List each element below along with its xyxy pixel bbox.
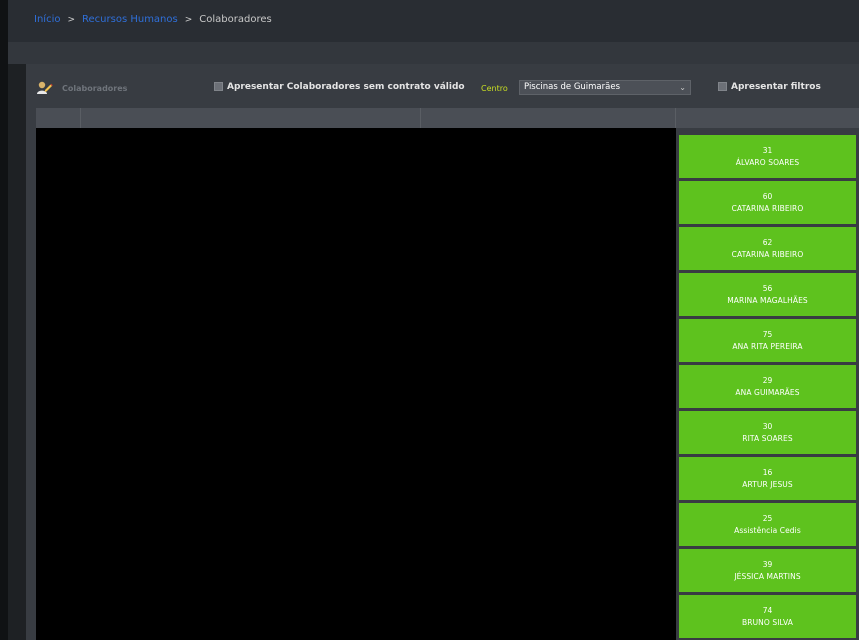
- collaborators-panel: Colaboradores Apresentar Colaboradores s…: [26, 64, 859, 640]
- grid-header-column[interactable]: [81, 108, 421, 128]
- employee-card[interactable]: 31 ÁLVARO SOARES: [679, 135, 856, 178]
- employee-card[interactable]: 29 ANA GUIMARÃES: [679, 365, 856, 408]
- show-without-contract-label: Apresentar Colaboradores sem contrato vá…: [227, 82, 465, 92]
- employee-name: RITA SOARES: [742, 434, 793, 443]
- show-filters-label: Apresentar filtros: [731, 82, 821, 92]
- left-edge-strip: [0, 0, 8, 640]
- employee-card[interactable]: 56 MARINA MAGALHÃES: [679, 273, 856, 316]
- employee-name: CATARINA RIBEIRO: [731, 204, 804, 213]
- breadcrumb-home-link[interactable]: Início: [34, 14, 60, 25]
- employee-card[interactable]: 30 RITA SOARES: [679, 411, 856, 454]
- employee-card[interactable]: 60 CATARINA RIBEIRO: [679, 181, 856, 224]
- employee-name: ANA RITA PEREIRA: [732, 342, 803, 351]
- employee-number: 25: [762, 514, 773, 523]
- employee-number: 30: [762, 422, 773, 431]
- centro-select[interactable]: Piscinas de Guimarães ⌄: [519, 80, 691, 95]
- employee-number: 60: [762, 192, 773, 201]
- chevron-down-icon: ⌄: [679, 83, 686, 92]
- employee-number: 29: [762, 376, 773, 385]
- show-without-contract-option[interactable]: Apresentar Colaboradores sem contrato vá…: [214, 82, 465, 92]
- panel-toolbar: Colaboradores Apresentar Colaboradores s…: [26, 64, 859, 110]
- centro-label: Centro: [481, 84, 508, 93]
- employee-name: Assistência Cedis: [734, 526, 801, 535]
- main-content-area: [36, 128, 676, 640]
- employee-name: ANA GUIMARÃES: [735, 388, 800, 397]
- breadcrumb-separator: >: [184, 14, 193, 25]
- grid-header-column[interactable]: [36, 108, 81, 128]
- employee-number: 74: [762, 606, 773, 615]
- employee-card[interactable]: 74 BRUNO SILVA: [679, 595, 856, 638]
- employee-card[interactable]: 62 CATARINA RIBEIRO: [679, 227, 856, 270]
- employee-name: BRUNO SILVA: [742, 618, 793, 627]
- show-filters-checkbox[interactable]: [718, 82, 727, 91]
- employee-number: 56: [762, 284, 773, 293]
- employee-number: 31: [762, 146, 773, 155]
- employee-name: MARINA MAGALHÃES: [727, 296, 808, 305]
- breadcrumb-section-link[interactable]: Recursos Humanos: [82, 14, 178, 25]
- breadcrumb-current: Colaboradores: [199, 14, 272, 25]
- breadcrumb-separator: >: [67, 14, 76, 25]
- show-without-contract-checkbox[interactable]: [214, 82, 223, 91]
- breadcrumb: Início > Recursos Humanos > Colaboradore…: [34, 14, 272, 25]
- show-filters-option[interactable]: Apresentar filtros: [718, 82, 821, 92]
- user-edit-icon: [36, 79, 53, 96]
- employee-list: 31 ÁLVARO SOARES 60 CATARINA RIBEIRO 62 CATAR…: [679, 135, 856, 640]
- employee-number: 75: [762, 330, 773, 339]
- employee-card[interactable]: 39 JÉSSICA MARTINS: [679, 549, 856, 592]
- header-spacer: [8, 42, 859, 64]
- employee-name: CATARINA RIBEIRO: [731, 250, 804, 259]
- employee-number: 16: [762, 468, 773, 477]
- employee-card[interactable]: 25 Assistência Cedis: [679, 503, 856, 546]
- centro-selected-value: Piscinas de Guimarães: [524, 82, 621, 92]
- employee-name: ARTUR JESUS: [742, 480, 793, 489]
- grid-header-column[interactable]: [421, 108, 676, 128]
- employee-name: JÉSSICA MARTINS: [734, 572, 801, 581]
- employee-number: 39: [762, 560, 773, 569]
- employee-card[interactable]: 75 ANA RITA PEREIRA: [679, 319, 856, 362]
- employee-card[interactable]: 16 ARTUR JESUS: [679, 457, 856, 500]
- employee-name: ÁLVARO SOARES: [735, 158, 800, 167]
- top-bar: Início > Recursos Humanos > Colaboradore…: [8, 0, 859, 42]
- grid-header: [36, 108, 859, 128]
- employee-number: 62: [762, 238, 773, 247]
- panel-title: Colaboradores: [62, 84, 128, 93]
